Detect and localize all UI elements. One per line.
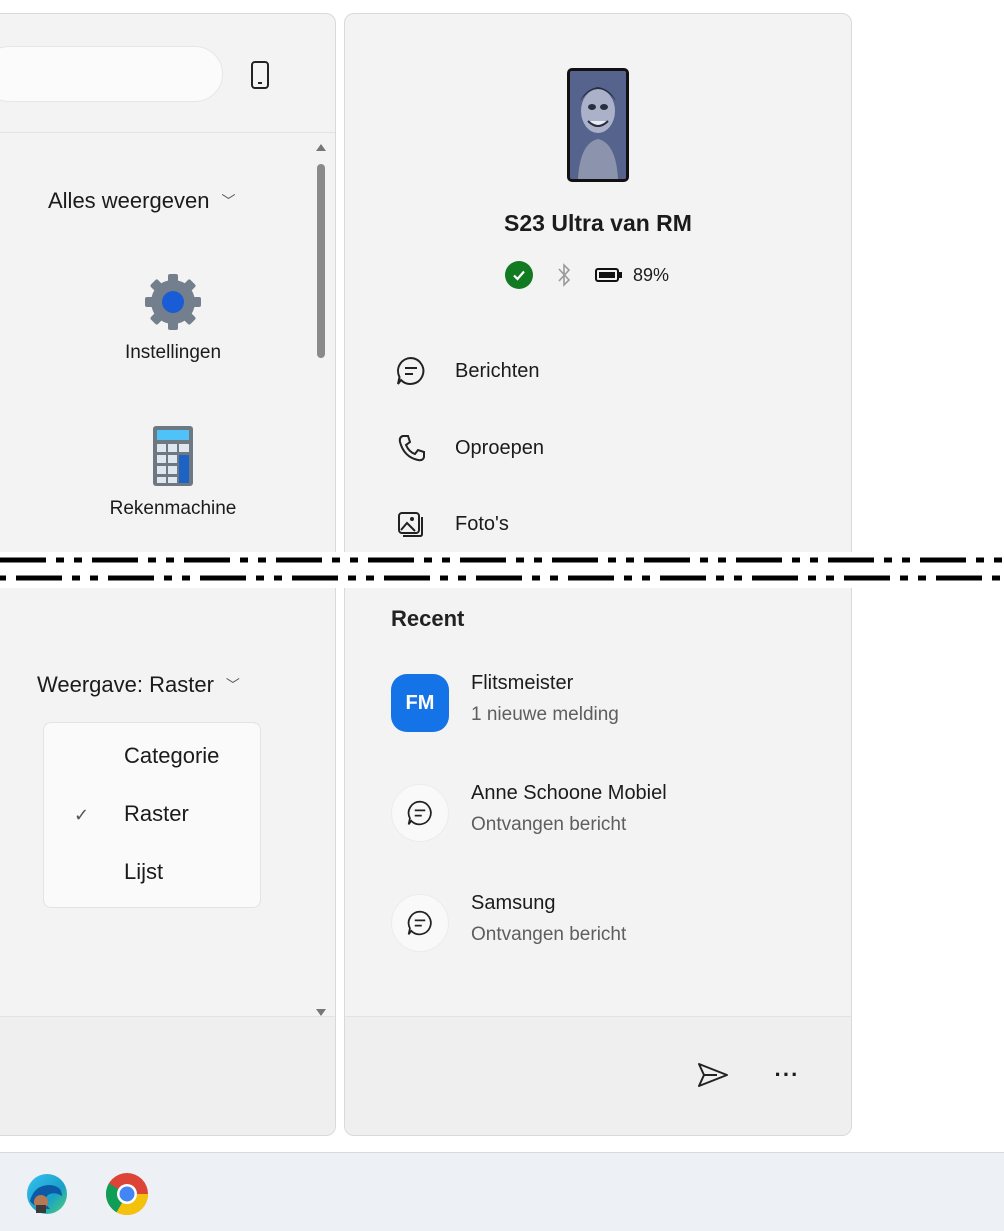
phone-call-icon <box>398 435 425 462</box>
recent-item-subtitle: 1 nieuwe melding <box>471 704 619 725</box>
taskbar <box>0 1152 1004 1231</box>
show-all-dropdown[interactable]: Alles weergeven ﹀ <box>48 188 235 214</box>
view-option-grid[interactable]: Raster <box>124 801 189 827</box>
send-icon <box>698 1063 728 1087</box>
flitsmeister-logo-icon: FM <box>391 674 449 732</box>
more-icon: ··· <box>774 1062 800 1087</box>
photos-icon <box>398 512 423 537</box>
app-tile-settings[interactable]: Instellingen <box>73 270 273 364</box>
recent-item-title: Flitsmeister <box>471 672 574 694</box>
view-option-category[interactable]: Categorie <box>124 743 219 769</box>
phone-link-button[interactable] <box>243 56 277 94</box>
phone-panel-footer: ··· <box>345 1016 851 1135</box>
view-dropdown[interactable]: Weergave: Raster ﹀ <box>37 672 240 698</box>
view-option-list[interactable]: Lijst <box>124 859 163 885</box>
recent-heading: Recent <box>391 606 465 631</box>
recent-item-subtitle: Ontvangen bericht <box>471 924 627 945</box>
device-status-row: 89% <box>505 260 669 290</box>
nav-label-calls: Oproepen <box>455 436 544 459</box>
view-menu: Categorie ✓ Raster Lijst <box>43 722 261 908</box>
chrome-browser-icon[interactable] <box>104 1171 150 1217</box>
edge-browser-icon[interactable] <box>24 1171 70 1217</box>
recent-item-title: Anne Schoone Mobiel <box>471 782 667 804</box>
cut-separator-line <box>0 552 1004 588</box>
scroll-thumb[interactable] <box>317 164 325 358</box>
show-all-label: Alles weergeven <box>48 188 210 213</box>
app-label-settings: Instellingen <box>124 342 222 363</box>
recent-item-subtitle: Ontvangen bericht <box>471 814 627 835</box>
send-button[interactable] <box>693 1055 733 1095</box>
recent-item-title: Samsung <box>471 892 556 914</box>
device-avatar <box>567 68 629 182</box>
chevron-down-icon: ﹀ <box>221 193 236 209</box>
app-label-calculator: Rekenmachine <box>109 498 237 519</box>
app-tile-calculator[interactable]: Rekenmachine <box>73 424 273 520</box>
more-options-button[interactable]: ··· <box>767 1055 807 1095</box>
caricature-portrait-icon <box>570 71 626 179</box>
message-icon <box>391 784 449 842</box>
battery-icon <box>595 268 622 282</box>
left-panel-footer <box>0 1016 335 1135</box>
nav-messages[interactable]: Berichten <box>395 351 540 391</box>
header-divider <box>0 132 335 133</box>
bluetooth-icon <box>558 263 571 287</box>
phone-icon <box>251 61 269 89</box>
checkmark-icon: ✓ <box>74 805 90 825</box>
scroll-down-arrow-icon[interactable] <box>316 1009 326 1016</box>
scroll-up-arrow-icon[interactable] <box>316 144 326 151</box>
nav-label-photos: Foto's <box>455 512 509 535</box>
message-icon <box>397 356 425 385</box>
settings-gear-icon <box>145 274 201 330</box>
nav-calls[interactable]: Oproepen <box>395 428 544 468</box>
message-icon <box>391 894 449 952</box>
battery-status: 89% <box>595 265 669 286</box>
view-dropdown-label: Weergave: Raster <box>37 672 214 697</box>
connected-check-icon <box>505 261 533 289</box>
device-name: S23 Ultra van RM <box>504 210 692 236</box>
nav-label-messages: Berichten <box>455 359 540 382</box>
battery-percentage: 89% <box>633 264 670 285</box>
search-input[interactable] <box>0 46 223 102</box>
nav-photos[interactable]: Foto's <box>395 504 509 544</box>
calculator-icon <box>153 426 193 486</box>
chevron-down-icon: ﹀ <box>225 677 240 693</box>
